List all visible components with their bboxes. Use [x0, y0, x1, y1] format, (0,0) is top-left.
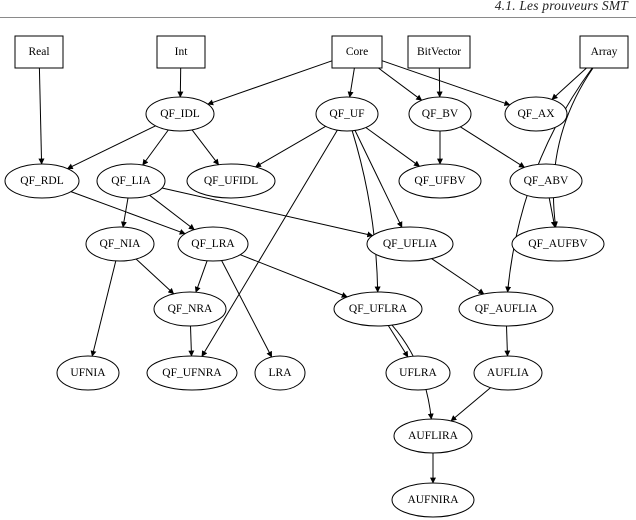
graph-edge	[378, 67, 423, 101]
running-head-text: 4.1. Les prouveurs SMT	[494, 0, 628, 13]
graph-node-core[interactable]: Core	[331, 35, 383, 69]
node-label: LRA	[269, 367, 293, 379]
graph-node-qf-nra[interactable]: QF_NRA	[153, 291, 227, 327]
graph-edge	[351, 130, 381, 293]
graph-edge	[221, 260, 273, 358]
graph-node-qf-ax[interactable]: QF_AX	[504, 96, 568, 132]
node-label: QF_AUFBV	[528, 238, 588, 250]
node-label: AUFLIRA	[408, 430, 459, 442]
node-label: QF_ABV	[524, 175, 569, 187]
graph-edge	[142, 129, 169, 166]
graph-edge	[191, 129, 219, 166]
graph-node-auflia[interactable]: AUFLIA	[473, 355, 543, 391]
node-label: QF_UFLIA	[383, 238, 438, 250]
graph-edge	[66, 125, 156, 170]
node-label: QF_LRA	[191, 238, 235, 250]
node-label: QF_UF	[329, 108, 364, 120]
node-label: QF_BV	[422, 108, 459, 120]
node-label: BitVector	[417, 46, 461, 58]
graph-edge	[149, 194, 195, 230]
graph-node-qf-rdl[interactable]: QF_RDL	[4, 163, 80, 199]
running-header: 4.1. Les prouveurs SMT	[0, 0, 636, 24]
node-label: QF_LIA	[111, 175, 151, 187]
header-rule	[0, 17, 636, 19]
graph-edge	[240, 254, 348, 298]
graph-node-aufnira[interactable]: AUFNIRA	[391, 482, 475, 518]
node-label: QF_AUFLIA	[475, 303, 538, 315]
node-label: Int	[175, 46, 189, 58]
graph-edge	[207, 60, 333, 106]
node-label: QF_AX	[517, 108, 555, 120]
node-label: QF_UFLRA	[349, 303, 408, 315]
graph-node-qf-ufidl[interactable]: QF_UFIDL	[186, 163, 276, 199]
graph-node-qf-auflia[interactable]: QF_AUFLIA	[458, 291, 554, 327]
graph-node-qf-uf[interactable]: QF_UF	[315, 96, 379, 132]
graph-edge	[135, 258, 175, 295]
edge-layer	[38, 60, 594, 484]
graph-edge	[188, 325, 195, 357]
graph-node-qf-lra[interactable]: QF_LRA	[177, 226, 249, 262]
graph-edge	[38, 67, 45, 165]
node-label: QF_UFNRA	[162, 367, 222, 379]
graph-edge	[90, 260, 117, 357]
graph-node-qf-aufbv[interactable]: QF_AUFBV	[511, 226, 605, 262]
graph-edge	[347, 67, 355, 98]
node-label: Core	[346, 46, 368, 58]
node-label: Real	[28, 46, 49, 58]
smt-logics-graph: Real Int Core BitVector Array QF_IDL QF_UF QF_B…	[4, 35, 629, 518]
node-label: QF_IDL	[160, 108, 200, 120]
graph-edge	[460, 126, 526, 168]
graph-node-auflira[interactable]: AUFLIRA	[393, 418, 473, 454]
graph-node-uflra[interactable]: UFLRA	[385, 355, 451, 391]
graph-edge	[450, 387, 491, 422]
graph-node-array[interactable]: Array	[579, 35, 629, 69]
graph-node-qf-nia[interactable]: QF_NIA	[85, 226, 155, 262]
node-label: Array	[591, 46, 618, 58]
graph-edge	[431, 258, 485, 295]
graph-node-qf-uflia[interactable]: QF_UFLIA	[366, 226, 454, 262]
graph-node-qf-abv[interactable]: QF_ABV	[509, 163, 583, 199]
node-label: QF_RDL	[20, 175, 63, 187]
node-label: QF_NIA	[100, 238, 142, 250]
graph-node-bitvector[interactable]: BitVector	[407, 35, 471, 69]
graph-edge	[552, 67, 594, 228]
graph-node-qf-idl[interactable]: QF_IDL	[145, 96, 215, 132]
node-layer: Real Int Core BitVector Array QF_IDL QF_UF QF_B…	[4, 35, 629, 518]
graph-node-ufnia[interactable]: UFNIA	[56, 355, 120, 391]
graph-node-qf-ufnra[interactable]: QF_UFNRA	[146, 355, 238, 391]
node-label: UFNIA	[70, 367, 106, 379]
node-label: QF_UFBV	[414, 175, 466, 187]
graph-node-lra[interactable]: LRA	[254, 355, 306, 391]
graph-edge	[365, 127, 420, 167]
graph-edge	[387, 325, 409, 358]
graph-node-qf-bv[interactable]: QF_BV	[408, 96, 472, 132]
node-label: UFLRA	[399, 367, 437, 379]
node-label: QF_UFIDL	[204, 175, 258, 187]
page-canvas: 4.1. Les prouveurs SMT Real Int Core BitVec…	[0, 0, 636, 520]
node-label: QF_NRA	[168, 303, 213, 315]
graph-node-qf-ufbv[interactable]: QF_UFBV	[398, 163, 482, 199]
graph-edge	[254, 125, 326, 168]
graph-node-qf-lia[interactable]: QF_LIA	[96, 163, 166, 199]
graph-edge	[504, 325, 511, 357]
graph-node-qf-uflra[interactable]: QF_UFLRA	[333, 291, 423, 327]
graph-edge	[194, 260, 208, 293]
node-label: AUFNIRA	[407, 494, 459, 506]
node-label: AUFLIA	[487, 367, 530, 379]
graph-node-int[interactable]: Int	[156, 35, 206, 69]
graph-edge	[354, 130, 403, 228]
graph-node-real[interactable]: Real	[14, 35, 64, 69]
